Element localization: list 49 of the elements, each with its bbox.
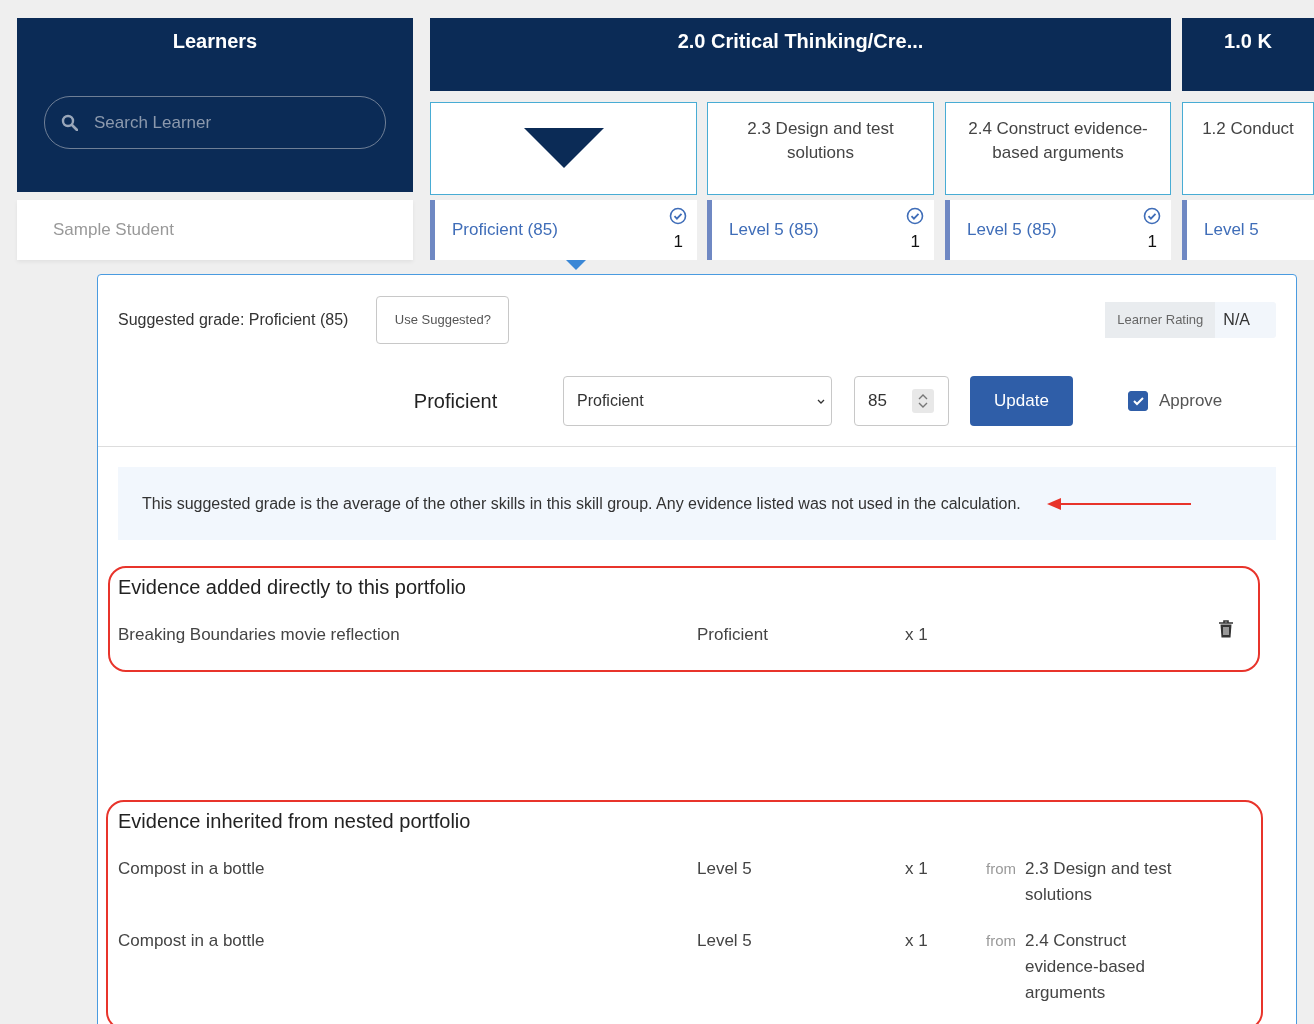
source-skill: 2.3 Design and test solutions [1025, 858, 1173, 906]
evidence-count: 1 [673, 232, 683, 252]
info-text: This suggested grade is the average of the other skills in this skill group. Any evidence listed was not used in the calculation. [142, 494, 1021, 513]
grade-text: Proficient (85) [452, 220, 558, 240]
grade-text: Level 5 (85) [967, 220, 1057, 240]
evidence-count: 1 [910, 232, 920, 252]
from-label: from [986, 859, 1017, 879]
evidence-grade: Level 5 [697, 858, 753, 880]
use-suggested-button[interactable]: Use Suggested? [376, 295, 510, 344]
evidence-title: Compost in a bottle [118, 858, 266, 880]
evidence-grade: Level 5 [697, 930, 753, 952]
search-field[interactable]: Search Learner [44, 96, 386, 149]
section-title: Evidence inherited from nested portfolio [118, 809, 472, 833]
evidence-title: Breaking Boundaries movie reflection [118, 624, 401, 646]
spinner-icon [912, 389, 934, 413]
from-label: from [986, 931, 1017, 951]
score-input[interactable]: 85 [854, 376, 949, 426]
evidence-count: x 1 [905, 930, 929, 952]
evidence-count: x 1 [905, 858, 929, 880]
approve-checkbox[interactable]: Approve [1128, 391, 1223, 411]
evidence-grade: Proficient [697, 624, 769, 646]
checkmark-icon [1131, 394, 1145, 408]
skill-header[interactable]: 1.2 Conduct [1182, 102, 1314, 195]
grade-text: Level 5 (85) [729, 220, 819, 240]
source-skill: 2.4 Construct evidence-based arguments [1025, 930, 1147, 1004]
section-title: Evidence added directly to this portfolio [118, 575, 467, 599]
skill-group-header: 2.0 Critical Thinking/Cre... [430, 18, 1171, 91]
suggested-grade-text: Suggested grade: Proficient (85) [118, 310, 349, 329]
grade-cell[interactable]: Level 5 [1182, 200, 1314, 260]
trash-icon[interactable] [1218, 620, 1234, 638]
triangle-icon [523, 128, 604, 168]
skill-group-header: 1.0 K [1182, 18, 1314, 91]
skill-header[interactable]: 2.3 Design and test solutions [707, 102, 934, 195]
grade-select[interactable]: Proficient [563, 376, 832, 426]
panel-title: Learners [172, 30, 258, 53]
evidence-count: 1 [1147, 232, 1157, 252]
grade-text: Level 5 [1204, 220, 1259, 240]
rating-value: N/A [1222, 310, 1251, 329]
evidence-count: x 1 [905, 624, 929, 646]
update-button[interactable]: Update [970, 376, 1073, 426]
skill-header[interactable] [430, 102, 697, 195]
search-icon [61, 114, 78, 131]
rating-label: Learner Rating [1105, 301, 1216, 338]
grade-cell[interactable]: Level 5 (85) 1 [945, 200, 1171, 260]
grade-label: Proficient [412, 389, 499, 413]
grade-cell[interactable]: Level 5 (85) 1 [707, 200, 934, 260]
evidence-title: Compost in a bottle [118, 930, 266, 952]
skill-header[interactable]: 2.4 Construct evidence-based arguments [945, 102, 1171, 195]
chevron-down-icon [817, 398, 825, 404]
